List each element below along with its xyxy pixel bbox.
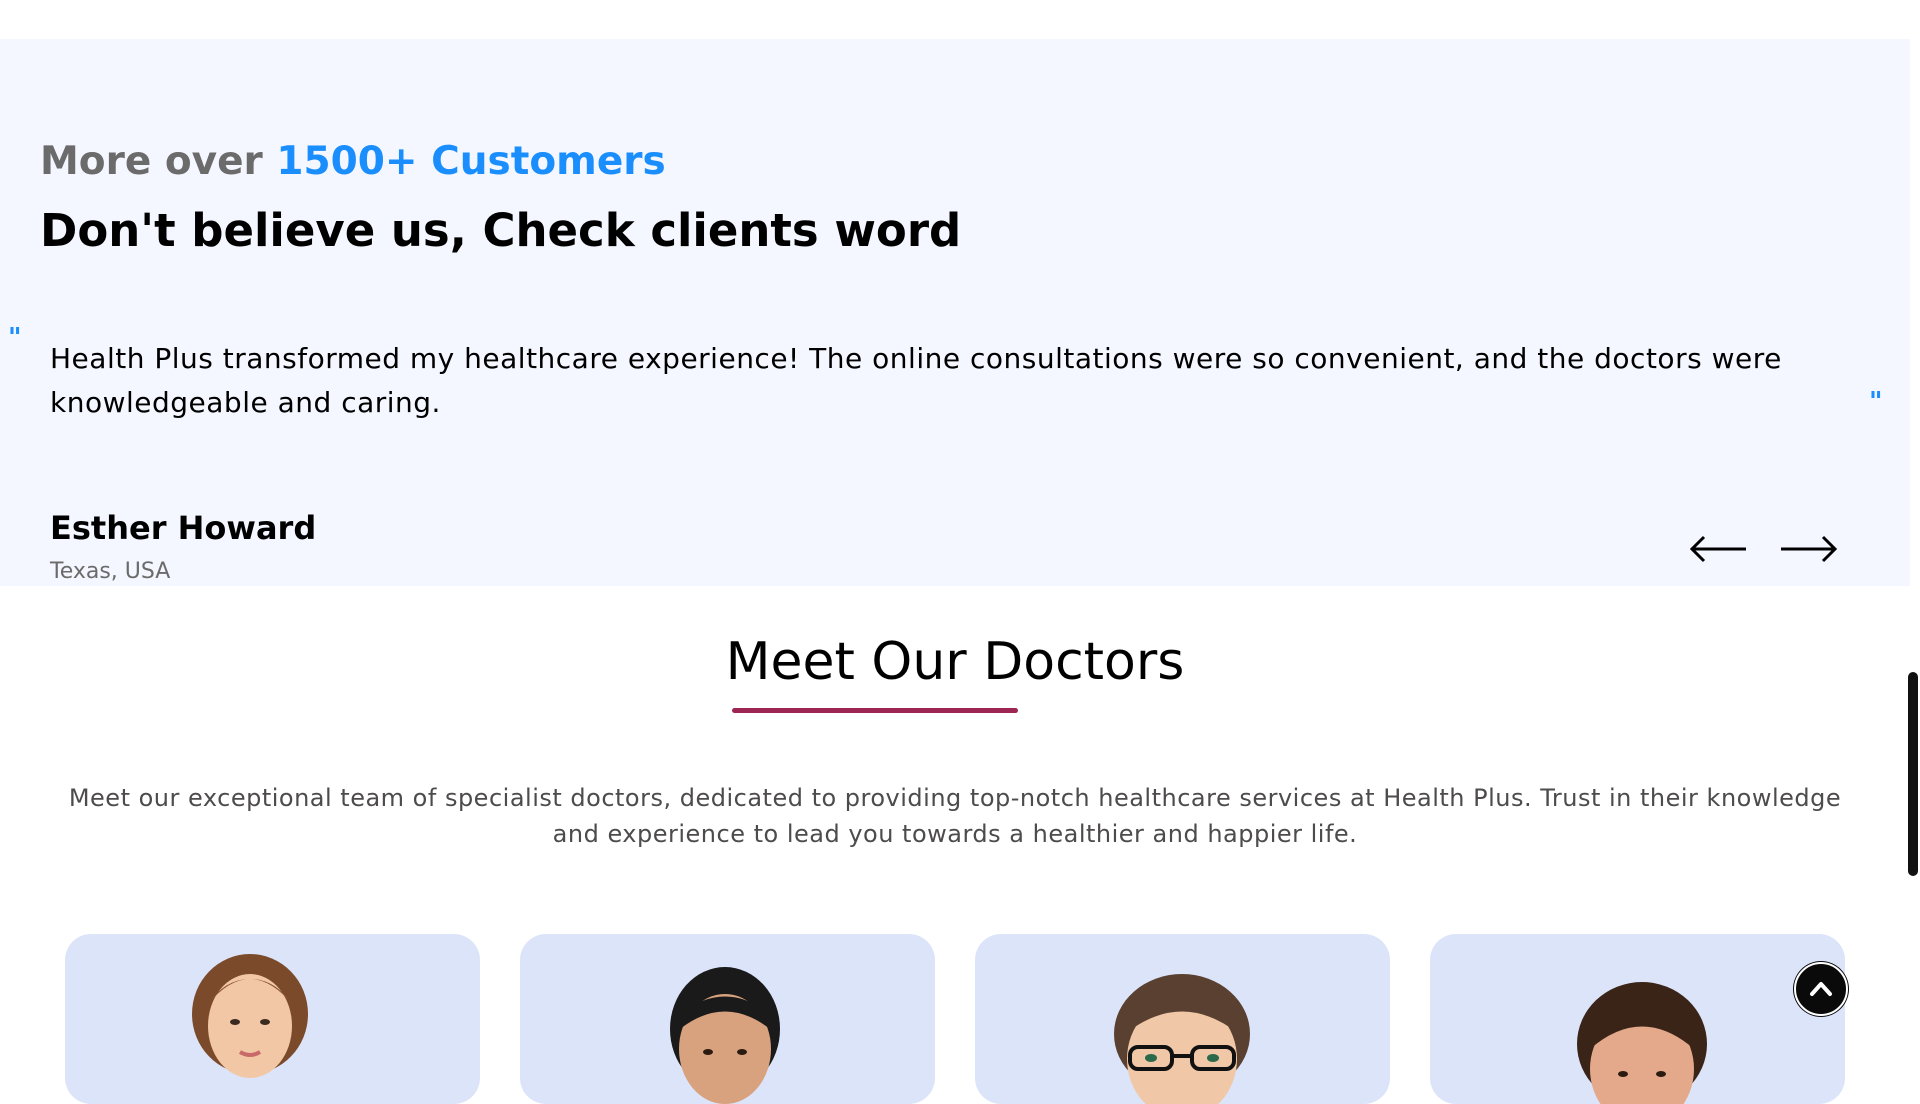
page-scrollbar-thumb[interactable] [1908,672,1918,876]
chevron-up-icon [1810,982,1832,996]
doctor-card[interactable] [520,934,935,1104]
arrow-right-icon [1781,535,1838,563]
arrow-left-icon [1689,535,1746,563]
doctor-photo [670,967,780,1104]
doctor-photo [1577,982,1707,1104]
customers-count: 1500+ Customers [276,139,666,184]
doctors-title: Meet Our Doctors [725,632,1185,692]
doctor-card[interactable] [65,934,480,1104]
doctor-card[interactable] [975,934,1390,1104]
subtitle-prefix: More over [40,139,277,184]
doctor-photo [1114,974,1250,1104]
testimonial-author-name: Esther Howard [50,509,317,547]
testimonial-author-location: Texas, USA [50,559,171,584]
testimonial-section: More over 1500+ Customers Don't believe … [0,39,1910,586]
close-quote-icon: " [1869,387,1883,417]
back-to-top-button[interactable] [1794,962,1848,1016]
title-underline [732,708,1018,713]
open-quote-icon: " [8,323,22,353]
testimonial-title: Don't believe us, Check clients word [40,204,962,257]
testimonial-quote: Health Plus transformed my healthcare ex… [50,342,1782,419]
doctor-card[interactable] [1430,934,1845,1104]
prev-testimonial-button[interactable] [1688,529,1748,569]
testimonial-subtitle: More over 1500+ Customers [40,139,666,184]
doctors-description: Meet our exceptional team of specialist … [68,784,1842,848]
doctor-photo [192,954,308,1078]
next-testimonial-button[interactable] [1779,529,1839,569]
